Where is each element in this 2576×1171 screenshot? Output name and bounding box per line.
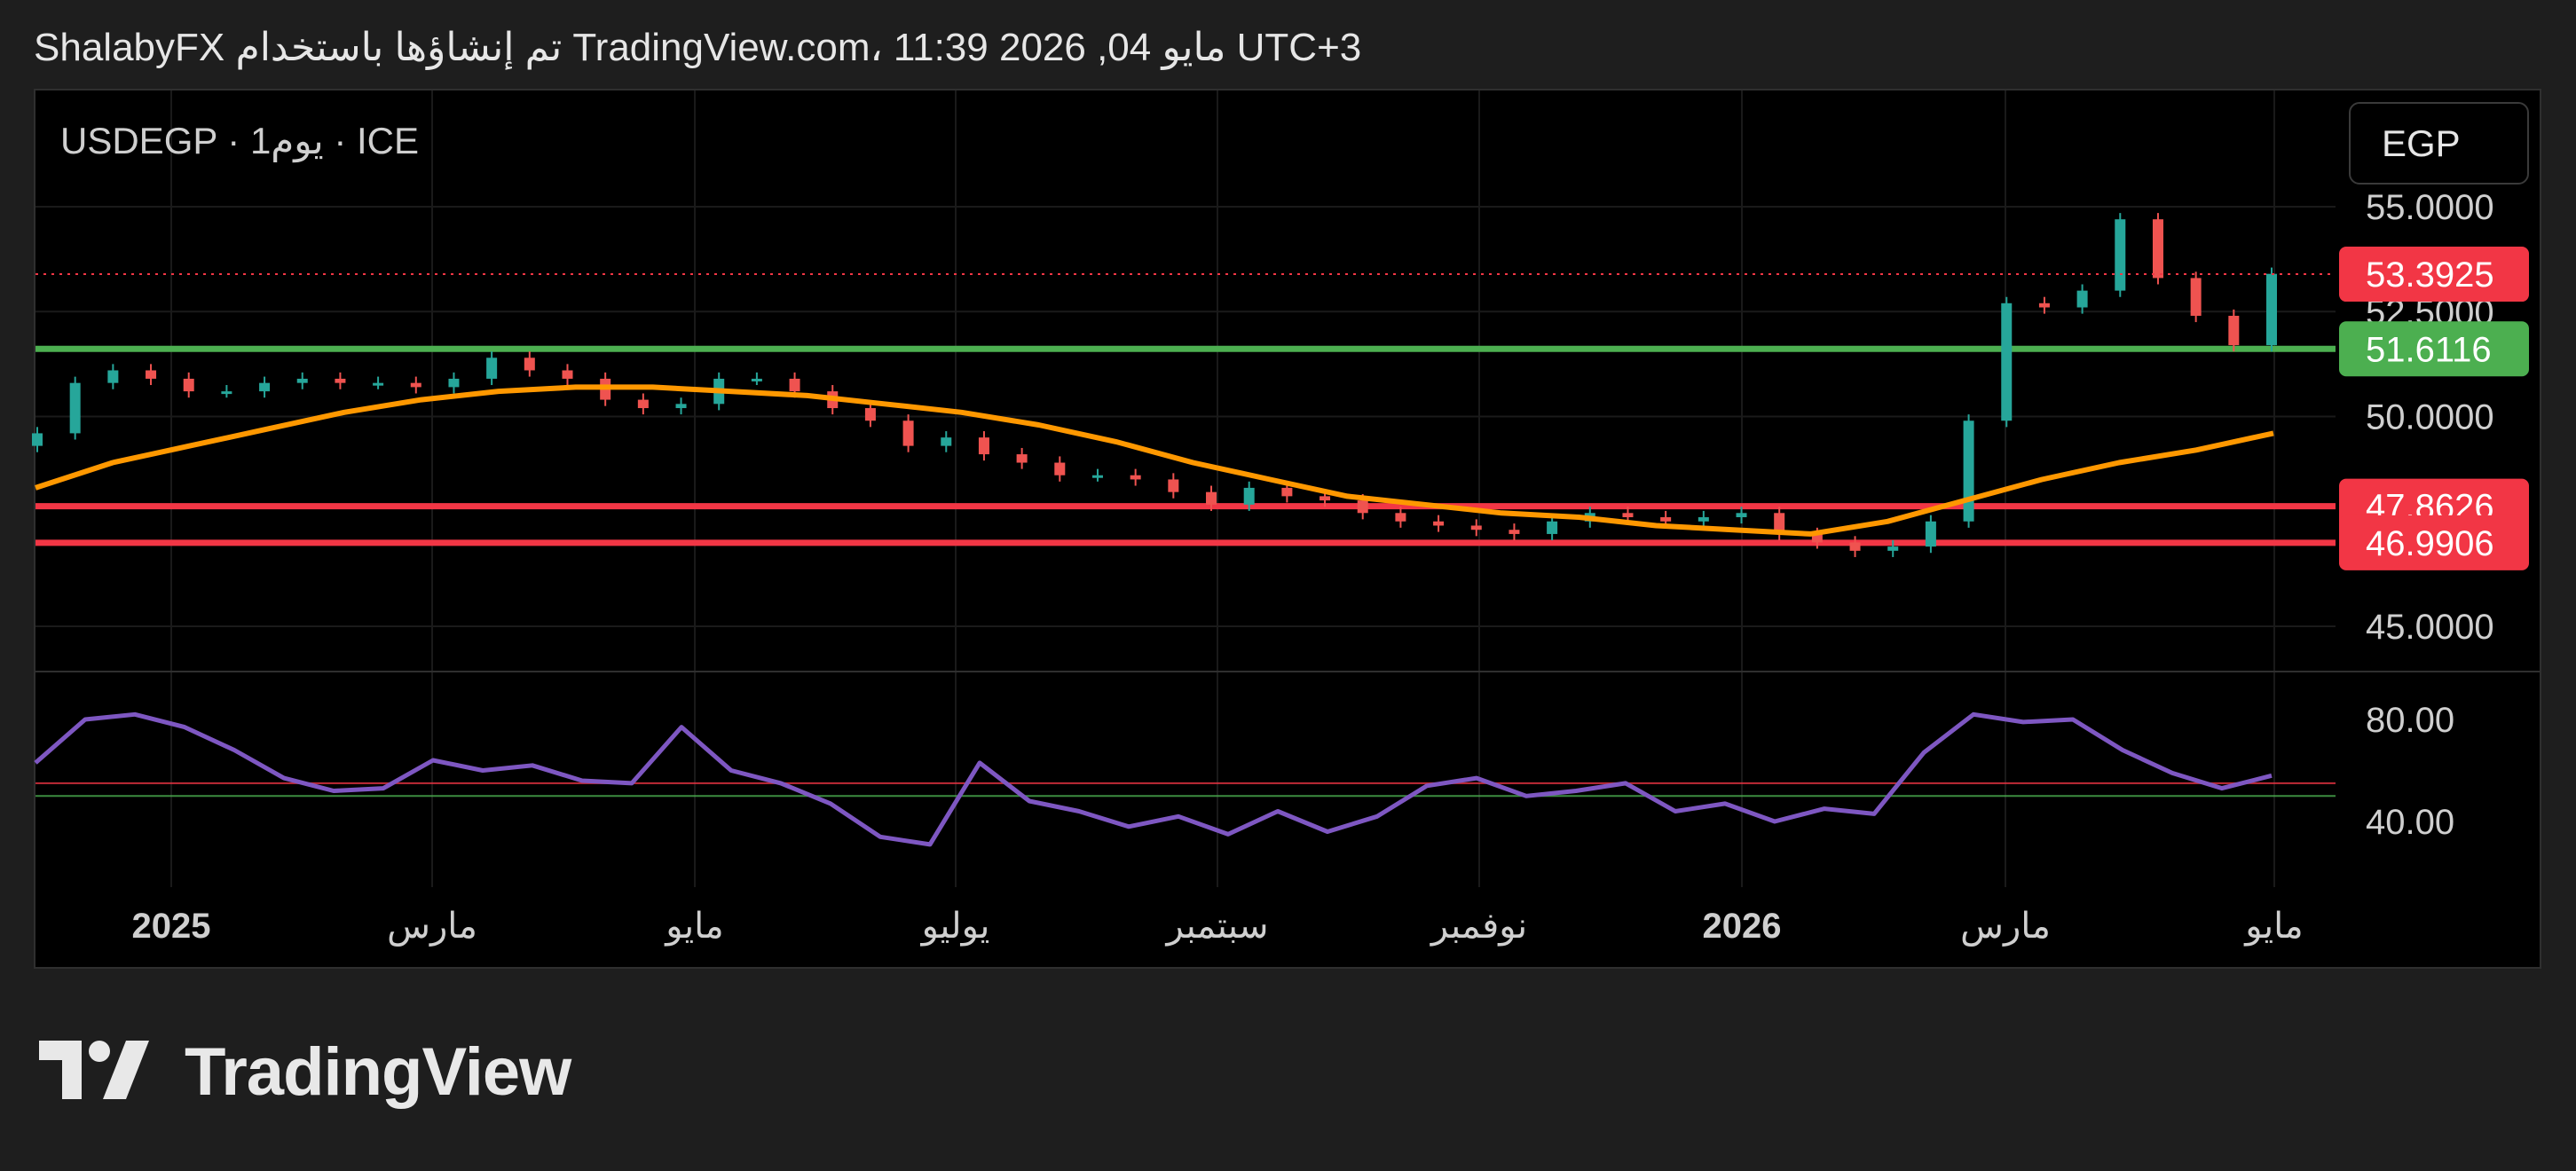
- support-resistance-lines: [35, 345, 2336, 546]
- price-chart[interactable]: 55.000052.500050.000045.0000 53.392551.6…: [0, 0, 2576, 1171]
- candle-body: [69, 382, 81, 434]
- time-tick-label: مارس: [387, 907, 477, 947]
- candle-body: [1698, 517, 1709, 522]
- candle-body: [486, 358, 498, 379]
- rsi-axis: 80.00 40.00: [2366, 701, 2454, 842]
- candle-body: [1963, 420, 1974, 522]
- candle-body: [2038, 303, 2050, 308]
- candle-body: [32, 433, 43, 446]
- candle-body: [1281, 487, 1293, 497]
- candle-body: [1433, 521, 1445, 526]
- candle-body: [637, 399, 649, 409]
- candle-body: [1016, 454, 1028, 463]
- candle-body: [2001, 303, 2013, 421]
- candle-body: [221, 391, 232, 395]
- candle-body: [1622, 513, 1634, 518]
- candle-body: [2076, 290, 2088, 308]
- candle-body: [448, 378, 460, 388]
- candle-body: [1925, 521, 1936, 547]
- candle-body: [524, 358, 535, 371]
- candle-body: [2115, 219, 2126, 291]
- candle-body: [1887, 546, 1899, 551]
- candle-body: [2152, 219, 2163, 279]
- candle-body: [183, 378, 194, 392]
- tradingview-logo: TradingView: [39, 1034, 571, 1110]
- price-tick-label: 50.0000: [2366, 398, 2494, 437]
- candle-body: [1660, 517, 1672, 522]
- moving-average-series: [35, 384, 2274, 537]
- brand-name: TradingView: [185, 1033, 571, 1110]
- time-tick-label: 2025: [132, 907, 211, 946]
- candle-body: [1547, 521, 1558, 534]
- candle-body: [373, 382, 384, 386]
- candle-body: [902, 420, 914, 446]
- time-tick-label: مايو: [2243, 907, 2303, 947]
- candle-body: [562, 370, 573, 379]
- candle-body: [1168, 479, 1179, 492]
- candle-body: [941, 437, 952, 446]
- rsi-tick-label: 40.00: [2366, 803, 2454, 842]
- candle-body: [146, 370, 157, 379]
- symbol-label[interactable]: USDEGP · 1يوم · ICE: [60, 119, 419, 162]
- candle-body: [1243, 487, 1255, 505]
- candle-body: [1130, 475, 1141, 480]
- price-tick-label: 45.0000: [2366, 608, 2494, 647]
- time-axis: 2025 مارس مايو يوليو سبتمبر نوفمبر 2026 مارس ماي…: [132, 907, 2304, 947]
- candle-body: [2228, 315, 2240, 346]
- candle-body: [1395, 513, 1406, 522]
- candle-body: [296, 378, 308, 383]
- price-tick-label: 55.0000: [2366, 188, 2494, 227]
- rsi-line: [34, 711, 2273, 847]
- candle-body: [2266, 273, 2277, 346]
- candle-body: [1509, 530, 1520, 534]
- candle-body: [259, 382, 271, 392]
- candle-body: [1091, 475, 1103, 478]
- candle-body: [107, 370, 119, 383]
- candle-body: [675, 404, 687, 409]
- candle-body: [751, 378, 762, 381]
- time-tick-label: مايو: [664, 907, 723, 947]
- candle-body: [2190, 278, 2202, 316]
- candle-body: [335, 378, 346, 383]
- candle-body: [1206, 491, 1217, 505]
- candle-body: [864, 408, 876, 421]
- time-tick-label: مارس: [1960, 907, 2051, 947]
- time-tick-label: سبتمبر: [1165, 907, 1269, 947]
- rsi-tick-label: 80.00: [2366, 701, 2454, 740]
- candle-body: [1357, 500, 1368, 514]
- candle-body: [978, 437, 989, 455]
- candle-body: [789, 378, 800, 392]
- price-label-text: 46.9906: [2366, 524, 2494, 563]
- tradingview-logo-icon: [39, 1041, 149, 1099]
- price-label-text: 51.6116: [2366, 330, 2492, 369]
- candle-body: [1054, 462, 1066, 475]
- candle-body: [1320, 496, 1331, 501]
- candle-body: [1470, 525, 1482, 530]
- candle-body: [1849, 542, 1861, 551]
- currency-button[interactable]: EGP: [2349, 102, 2529, 185]
- candle-body: [410, 382, 421, 388]
- rsi-pane: [34, 711, 2336, 847]
- candle-body: [1736, 513, 1747, 518]
- time-tick-label: 2026: [1703, 907, 1782, 946]
- moving-average-line: [35, 384, 2274, 537]
- price-label-text: 53.3925: [2366, 255, 2494, 295]
- time-tick-label: نوفمبر: [1430, 907, 1527, 947]
- time-tick-label: يوليو: [920, 907, 990, 947]
